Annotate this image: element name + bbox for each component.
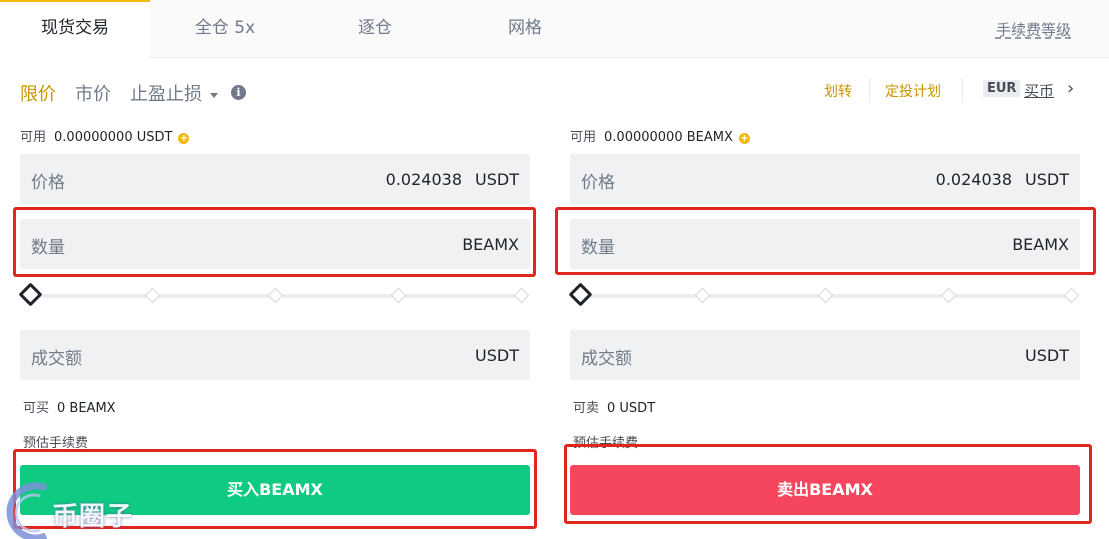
add-funds-icon[interactable]: +	[738, 133, 750, 144]
slider-step-25[interactable]	[144, 287, 161, 304]
sell-max-value: 0 USDT	[607, 401, 656, 416]
tab-isolated-margin[interactable]: 逐仓	[300, 0, 450, 58]
divider	[962, 78, 963, 102]
watermark-text: 币圈子	[52, 502, 134, 532]
slider-step-100[interactable]	[1063, 287, 1080, 304]
order-type-market[interactable]: 市价	[75, 80, 111, 106]
buy-max-value: 0 BEAMX	[57, 401, 116, 416]
tab-spot[interactable]: 现货交易	[0, 0, 150, 58]
sell-total-input[interactable]: 成交额 USDT	[570, 330, 1080, 380]
sell-amount-input[interactable]: 数量 BEAMX	[570, 219, 1080, 269]
add-funds-icon[interactable]: +	[178, 133, 190, 144]
caret-down-icon	[210, 92, 218, 98]
sell-percent-slider[interactable]	[568, 282, 1080, 307]
currency-badge: EUR	[983, 80, 1021, 97]
sell-max-label: 可卖	[573, 401, 600, 416]
slider-step-75[interactable]	[390, 287, 407, 304]
buy-price-value: 0.024038	[385, 170, 462, 189]
order-type-stop-limit-label: 止盈止损	[130, 84, 202, 105]
slider-step-100[interactable]	[513, 287, 530, 304]
sell-price-value: 0.024038	[935, 170, 1012, 189]
sell-available-label: 可用	[570, 130, 597, 145]
divider	[869, 78, 870, 102]
buy-price-label: 价格	[31, 173, 65, 193]
recurring-plan-link[interactable]: 定投计划	[885, 81, 941, 101]
buy-amount-label: 数量	[31, 238, 65, 258]
tab-cross-margin[interactable]: 全仓 5x	[150, 0, 300, 58]
sell-amount-unit: BEAMX	[1012, 235, 1069, 254]
slider-handle[interactable]	[568, 282, 593, 307]
slider-step-25[interactable]	[694, 287, 711, 304]
buy-total-unit: USDT	[475, 346, 519, 365]
fee-level-link[interactable]: 手续费等级	[996, 19, 1071, 40]
sell-available-balance: 可用 0.00000000 BEAMX +	[570, 126, 750, 145]
sell-amount-label: 数量	[581, 238, 615, 258]
buy-percent-slider[interactable]	[18, 282, 530, 307]
sell-max-amount: 可卖 0 USDT	[573, 397, 655, 416]
buy-max-label: 可买	[23, 401, 50, 416]
buy-price-input[interactable]: 价格 0.024038 USDT	[20, 154, 530, 204]
buy-amount-input[interactable]: 数量 BEAMX	[20, 219, 530, 269]
sell-available-value: 0.00000000 BEAMX	[604, 130, 733, 145]
sell-price-input[interactable]: 价格 0.024038 USDT	[570, 154, 1080, 204]
order-type-limit[interactable]: 限价	[20, 80, 56, 106]
tab-grid[interactable]: 网格	[450, 0, 600, 58]
buy-available-value: 0.00000000 USDT	[54, 130, 173, 145]
sell-total-unit: USDT	[1025, 346, 1069, 365]
slider-step-50[interactable]	[267, 287, 284, 304]
sell-price-label: 价格	[581, 173, 615, 193]
info-icon[interactable]: i	[231, 85, 246, 100]
buy-crypto-link[interactable]: 买币	[1024, 80, 1054, 101]
buy-max-amount: 可买 0 BEAMX	[23, 397, 116, 416]
trade-mode-tabs: 现货交易 全仓 5x 逐仓 网格 手续费等级	[0, 0, 1109, 58]
sell-button[interactable]: 卖出BEAMX	[570, 465, 1080, 515]
buy-fee-estimate: 预估手续费	[23, 436, 89, 451]
slider-step-50[interactable]	[817, 287, 834, 304]
buy-total-label: 成交额	[31, 349, 82, 369]
transfer-link[interactable]: 划转	[824, 81, 852, 101]
slider-handle[interactable]	[18, 282, 43, 307]
buy-amount-unit: BEAMX	[462, 235, 519, 254]
sell-fee-estimate: 预估手续费	[573, 436, 639, 451]
chevron-right-icon[interactable]: ›	[1067, 78, 1074, 99]
buy-available-balance: 可用 0.00000000 USDT +	[20, 126, 190, 145]
buy-total-input[interactable]: 成交额 USDT	[20, 330, 530, 380]
buy-price-unit: USDT	[475, 170, 519, 189]
buy-available-label: 可用	[20, 130, 47, 145]
sell-total-label: 成交额	[581, 349, 632, 369]
order-type-stop-limit[interactable]: 止盈止损	[130, 80, 218, 106]
sell-price-unit: USDT	[1025, 170, 1069, 189]
slider-step-75[interactable]	[940, 287, 957, 304]
